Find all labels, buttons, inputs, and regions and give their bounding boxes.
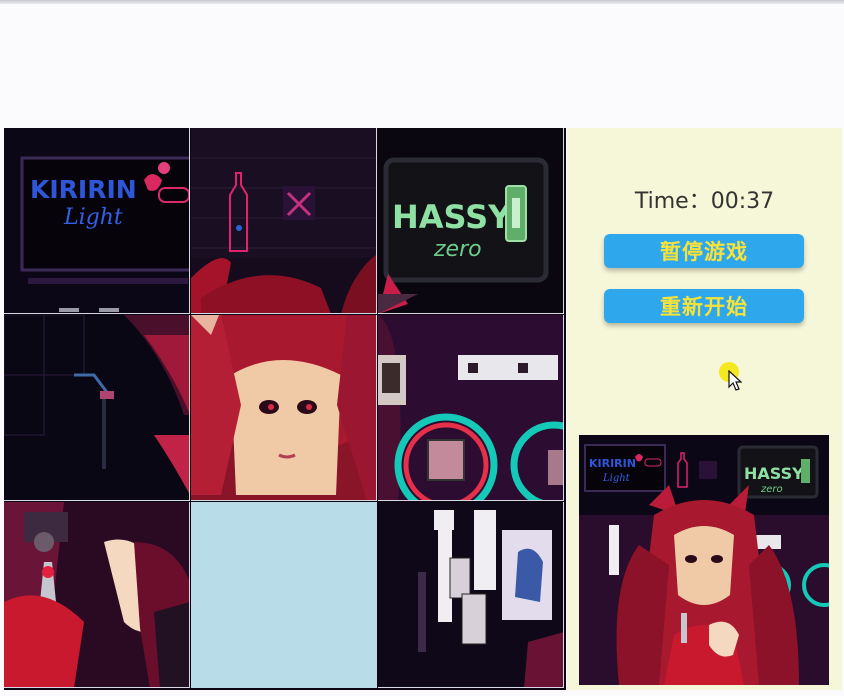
puzzle-tile[interactable] — [4, 315, 190, 501]
preview-hassy-text: HASSY — [744, 464, 804, 483]
timer-display: Time：00:37 — [567, 183, 842, 215]
sign-zero-text: zero — [433, 237, 482, 262]
preview-zero-text: zero — [760, 484, 783, 495]
timer-label: Time： — [634, 189, 711, 214]
restart-game-button[interactable]: 重新开始 — [604, 289, 804, 323]
puzzle-tile[interactable]: KIRIRIN Light — [4, 128, 190, 314]
puzzle-tile[interactable] — [191, 128, 377, 314]
puzzle-tile[interactable] — [378, 502, 564, 688]
puzzle-tile[interactable] — [191, 315, 377, 501]
puzzle-tile[interactable]: HASSY zero — [378, 128, 564, 314]
puzzle-board: KIRIRIN Light HASSY zero — [4, 128, 566, 690]
sign-kiririn-text: KIRIRIN — [30, 175, 137, 204]
timer-value: 00:37 — [710, 189, 775, 214]
sign-hassy-text: HASSY — [392, 198, 512, 236]
puzzle-tile[interactable] — [378, 315, 564, 501]
control-panel: Time：00:37 暂停游戏 重新开始 KIRIRIN Light HASSY… — [567, 128, 842, 690]
mouse-pointer-icon — [728, 370, 742, 391]
sign-light-text: Light — [63, 205, 123, 230]
pause-game-button[interactable]: 暂停游戏 — [604, 234, 804, 268]
empty-slot[interactable] — [191, 502, 377, 688]
preview-kiririn-text: KIRIRIN — [589, 457, 636, 470]
reference-image: KIRIRIN Light HASSY zero — [579, 435, 829, 685]
window-top-border — [0, 0, 844, 4]
page-bottom-edge — [0, 690, 844, 696]
puzzle-tile[interactable] — [4, 502, 190, 688]
preview-light-text: Light — [602, 473, 631, 484]
